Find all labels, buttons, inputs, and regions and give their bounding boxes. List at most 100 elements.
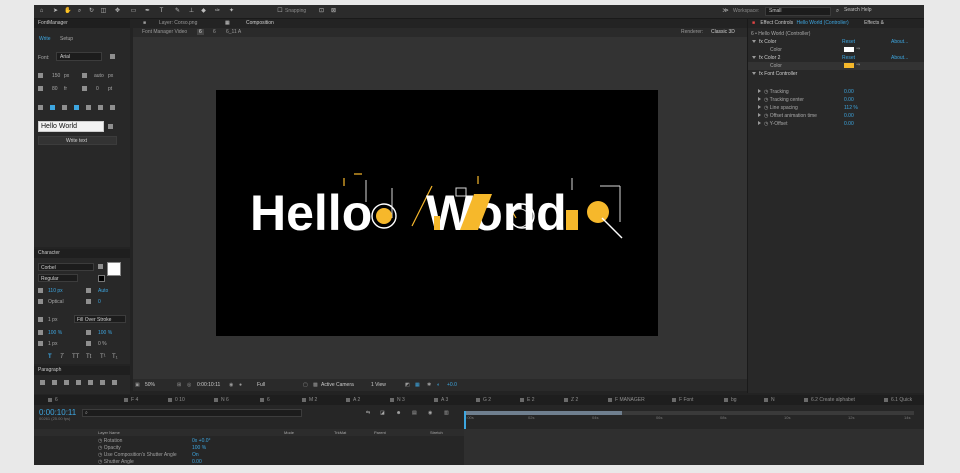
font-refresh-icon[interactable] (110, 54, 115, 59)
write-text-button[interactable]: Write text (38, 136, 117, 145)
tl-tab-7[interactable]: N 3 (390, 397, 405, 403)
tl-tab-10[interactable]: E 2 (520, 397, 535, 403)
reset-link-2[interactable]: Reset (842, 55, 855, 61)
prop-rotation[interactable]: ◷ Rotation (98, 438, 122, 444)
prop-opacity[interactable]: ◷ Opacity (98, 445, 121, 451)
para-align-center-icon[interactable] (52, 380, 57, 385)
param-line-spacing[interactable]: ◷ Line spacing (758, 105, 798, 111)
close-icon[interactable]: ■ (752, 20, 755, 26)
char-tracking-value[interactable]: 0 (98, 299, 101, 305)
breadcrumb-3[interactable]: 6_11 A (226, 29, 241, 35)
snapshot-icon[interactable]: ◉ (229, 382, 233, 388)
para-align-right-icon[interactable] (64, 380, 69, 385)
para-justify-right-icon[interactable] (100, 380, 105, 385)
snap-edge-icon[interactable]: ⊠ (330, 8, 337, 15)
channel-icon[interactable]: ● (239, 382, 242, 388)
eyedropper-icon[interactable] (98, 264, 103, 269)
kerning-value[interactable]: auto (94, 73, 104, 79)
region-icon[interactable]: ▢ (303, 382, 308, 388)
transparency-icon[interactable]: ▩ (313, 382, 318, 388)
clone-icon[interactable]: ⊥ (188, 8, 195, 15)
workspace-select[interactable]: Small (765, 7, 831, 16)
eyedropper-icon-2[interactable]: ⇒ (856, 62, 860, 68)
prop-shutter-angle-value[interactable]: 0.00 (192, 459, 202, 465)
about-link-1[interactable]: About... (891, 39, 908, 45)
size-value[interactable]: 150 (52, 73, 60, 79)
layer-tab-icon[interactable]: ■ (143, 20, 146, 26)
superscript-icon[interactable]: T¹ (100, 354, 106, 360)
col-parent[interactable]: Parent (374, 430, 386, 435)
tab-setup[interactable]: Setup (60, 36, 73, 42)
resolution-select[interactable]: Full (257, 382, 265, 388)
char-size-value[interactable]: 110 px (48, 288, 63, 294)
comp-name[interactable]: Font Manager Video (142, 29, 187, 35)
align-bottom-icon[interactable] (110, 105, 115, 110)
para-justify-left-icon[interactable] (76, 380, 81, 385)
tl-tab-16[interactable]: 6.2 Create alphabet (804, 397, 855, 403)
comp-mini-flowchart-icon[interactable]: ⇆ (366, 410, 370, 416)
about-link-2[interactable]: About... (891, 55, 908, 61)
tl-tab-17[interactable]: 6.1 Quick (884, 397, 912, 403)
stroke-mode-select[interactable]: Fill Over Stroke (74, 315, 126, 323)
composition-canvas[interactable]: Hello World (216, 90, 658, 336)
fill-color-swatch[interactable] (107, 262, 121, 276)
bullet-icon[interactable] (50, 105, 55, 110)
tl-tab-14[interactable]: bg (724, 397, 737, 403)
flowchart-icon[interactable]: ✱ (427, 382, 431, 388)
camera-icon[interactable]: ◫ (100, 8, 107, 15)
frame-blend-icon[interactable]: ▤ (412, 410, 417, 416)
effects-presets-tab[interactable]: Effects & (864, 20, 884, 26)
effect-controls-tab[interactable]: Effect Controls (760, 20, 793, 26)
character-title[interactable]: Character (34, 249, 130, 258)
breadcrumb-1[interactable]: 6 (197, 29, 204, 35)
timeline-tracks[interactable] (464, 429, 924, 465)
tl-tab-3[interactable]: N 6 (214, 397, 229, 403)
always-preview-icon[interactable]: ▣ (135, 382, 140, 388)
fast-preview-icon[interactable]: ◩ (405, 382, 410, 388)
small-caps-icon[interactable]: Tt (86, 354, 91, 360)
timeline-search-input[interactable]: ⌕ (82, 409, 302, 417)
prop-shutter-toggle-value[interactable]: On (192, 452, 199, 458)
color-swatch-yellow[interactable] (844, 63, 854, 68)
param-tracking-value[interactable]: 0.00 (844, 89, 854, 95)
tl-tab-13[interactable]: F Font (672, 397, 693, 403)
align-left-icon[interactable] (38, 105, 43, 110)
prop-shutter-angle[interactable]: ◷ Shutter Angle (98, 459, 134, 465)
text-options-icon[interactable] (108, 124, 113, 129)
char-style-select[interactable]: Regular (38, 274, 78, 282)
char-font-select[interactable]: Corbel (38, 263, 94, 271)
draft-3d-icon[interactable]: ◪ (380, 410, 385, 416)
tl-tab-11[interactable]: Z 2 (564, 397, 578, 403)
camera-select[interactable]: Active Camera (321, 382, 354, 388)
view-select[interactable]: 1 View (371, 382, 386, 388)
effect-color-2[interactable]: fx Color 2 (752, 55, 780, 61)
faux-bold-icon[interactable]: T (48, 354, 52, 360)
faux-italic-icon[interactable]: T (60, 354, 64, 360)
tl-tab-15[interactable]: N (764, 397, 775, 403)
home-icon[interactable]: ⌂ (38, 8, 45, 15)
align-right-icon[interactable] (86, 105, 91, 110)
workspace-menu-icon[interactable]: ≫ (722, 8, 729, 15)
tab-composition[interactable]: Composition (246, 20, 274, 26)
brush-icon[interactable]: ✎ (174, 8, 181, 15)
eyedropper-icon[interactable]: ⇒ (856, 46, 860, 52)
tl-tab-8[interactable]: A 3 (434, 397, 448, 403)
col-mode[interactable]: Mode (284, 430, 294, 435)
tracking-value[interactable]: 0 (96, 86, 99, 92)
tl-tab-12[interactable]: F MANAGER (608, 397, 645, 403)
prop-opacity-value[interactable]: 100 % (192, 445, 206, 451)
char-stroke-value[interactable]: 1 px (48, 317, 57, 323)
pin-icon[interactable]: ✦ (228, 8, 235, 15)
tab-write[interactable]: Write (39, 36, 51, 42)
leading-value[interactable]: 80 (52, 86, 58, 92)
tl-tab-0[interactable]: 6 (48, 397, 58, 403)
zoom-select[interactable]: 50% (145, 382, 155, 388)
pen-icon[interactable]: ✒ (144, 8, 151, 15)
color-swatch-white[interactable] (844, 47, 854, 52)
align-center-icon[interactable] (62, 105, 67, 110)
comp-tab-lock-icon[interactable]: ▦ (225, 20, 230, 26)
font-manager-title[interactable]: FontManager (34, 19, 130, 28)
prop-rotation-value[interactable]: 0x +0.0° (192, 438, 211, 444)
pan-behind-icon[interactable]: ✥ (114, 8, 121, 15)
col-stretch[interactable]: Stretch (430, 430, 443, 435)
